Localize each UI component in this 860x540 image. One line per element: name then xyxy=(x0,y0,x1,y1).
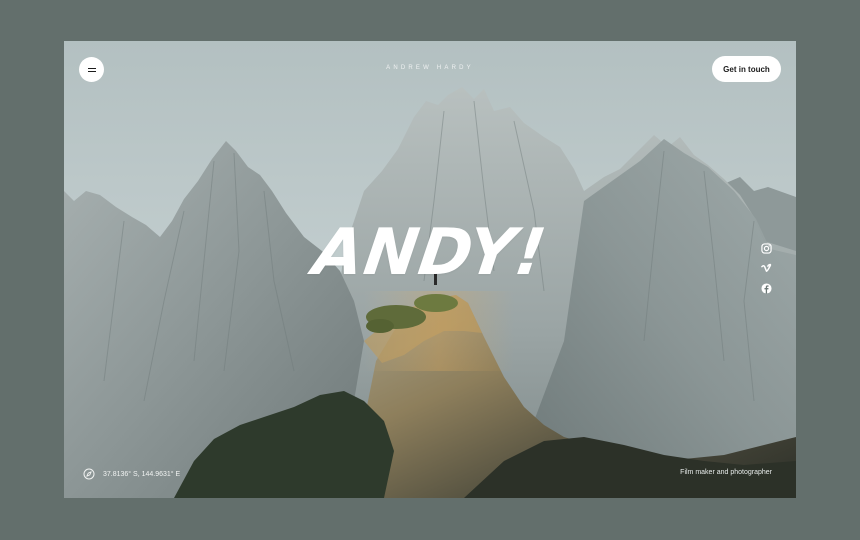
social-links xyxy=(759,243,773,294)
hero-title: ANDY! xyxy=(308,216,552,290)
get-in-touch-button[interactable]: Get in touch xyxy=(712,56,781,82)
vimeo-icon[interactable] xyxy=(760,263,772,274)
tagline: Film maker and photographer xyxy=(680,469,772,476)
hero-frame: ANDREW HARDY Get in touch ANDY! 37.8136°… xyxy=(64,41,796,498)
brand-name[interactable]: ANDREW HARDY xyxy=(64,65,796,71)
instagram-icon[interactable] xyxy=(760,243,772,254)
location-coordinates: 37.8136° S, 144.9631° E xyxy=(83,468,180,480)
facebook-icon[interactable] xyxy=(760,283,772,294)
coordinates-text: 37.8136° S, 144.9631° E xyxy=(103,470,181,478)
compass-icon xyxy=(83,468,95,480)
